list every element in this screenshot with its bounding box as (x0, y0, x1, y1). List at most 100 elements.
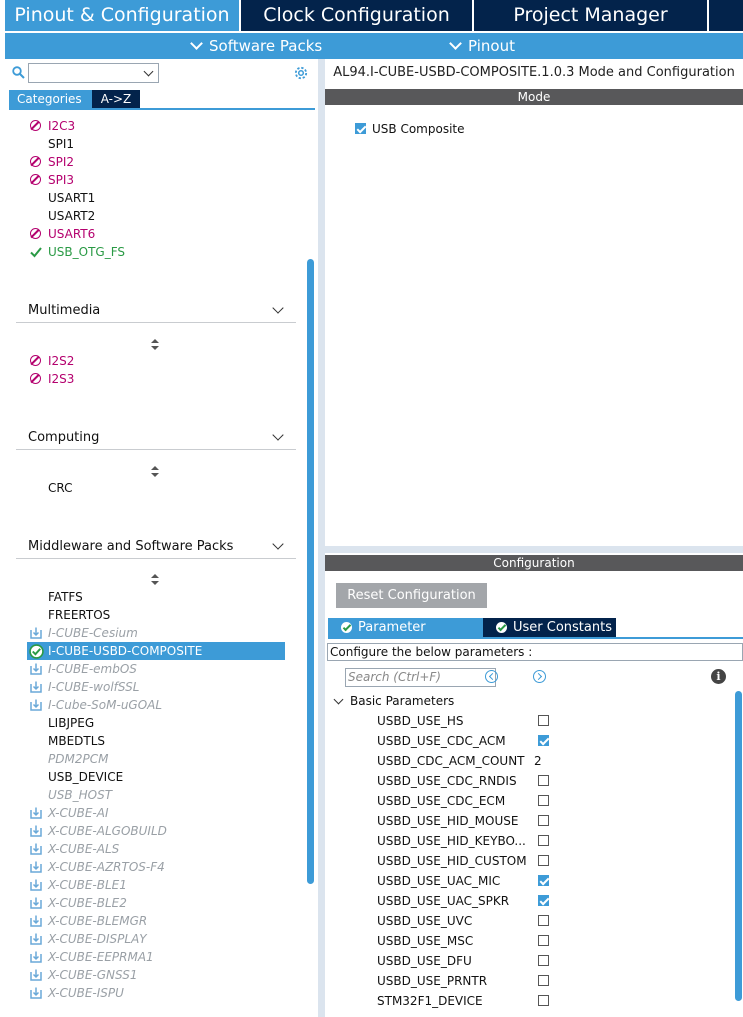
download-pack-icon[interactable] (30, 915, 42, 927)
ban-icon (30, 156, 41, 167)
previous-match-icon[interactable] (485, 670, 498, 683)
peripheral-item[interactable]: I2S3 (30, 371, 74, 387)
reset-configuration-button[interactable]: Reset Configuration (336, 583, 487, 608)
download-pack-icon[interactable] (30, 807, 42, 819)
tab-user-constants[interactable]: User Constants (483, 618, 616, 637)
download-pack-icon[interactable] (30, 969, 42, 981)
peripheral-item[interactable]: SPI2 (30, 154, 74, 170)
info-icon[interactable]: i (711, 669, 726, 684)
peripheral-item[interactable]: USART6 (30, 226, 95, 242)
tab-overflow[interactable] (709, 0, 743, 31)
tab-categories[interactable]: Categories (9, 90, 92, 108)
download-pack-icon[interactable] (30, 681, 42, 693)
parameter-checkbox[interactable] (538, 855, 549, 866)
peripheral-item[interactable]: CRC (48, 480, 73, 496)
middleware-item-label: X-CUBE-AZRTOS-F4 (48, 860, 165, 874)
peripheral-item[interactable]: USART1 (48, 190, 95, 206)
sort-icon[interactable] (151, 574, 159, 586)
parameter-checkbox[interactable] (538, 715, 549, 726)
middleware-item[interactable]: LIBJPEG (48, 715, 94, 731)
check-icon (30, 247, 42, 258)
middleware-item[interactable]: X-CUBE-ISPU (30, 985, 124, 1001)
middleware-item[interactable]: FATFS (48, 589, 83, 605)
parameter-checkbox[interactable] (538, 815, 549, 826)
search-combobox[interactable] (28, 63, 159, 83)
parameter-checkbox[interactable] (538, 955, 549, 966)
download-pack-icon[interactable] (30, 627, 42, 639)
middleware-item[interactable]: USB_DEVICE (48, 769, 123, 785)
download-pack-icon[interactable] (30, 897, 42, 909)
download-pack-icon[interactable] (30, 879, 42, 891)
peripheral-item[interactable]: USB_OTG_FS (30, 244, 126, 260)
middleware-item[interactable]: X-CUBE-BLE2 (30, 895, 127, 911)
basic-parameters-group[interactable]: Basic Parameters (350, 694, 454, 708)
parameter-checkbox[interactable] (538, 915, 549, 926)
peripheral-item[interactable]: I2S2 (30, 353, 74, 369)
download-pack-icon[interactable] (30, 825, 42, 837)
parameter-checkbox[interactable] (538, 775, 549, 786)
tab-pinout-configuration[interactable]: Pinout & Configuration (5, 0, 239, 31)
parameter-checkbox[interactable] (538, 735, 549, 746)
download-pack-icon[interactable] (30, 699, 42, 711)
download-pack-icon[interactable] (30, 663, 42, 675)
sort-icon[interactable] (151, 339, 159, 351)
middleware-item-label: I-Cube-SoM-uGOAL (48, 698, 163, 712)
parameter-checkbox[interactable] (538, 935, 549, 946)
tab-clock-configuration[interactable]: Clock Configuration (241, 0, 472, 31)
middleware-item[interactable]: X-CUBE-ALS (30, 841, 119, 857)
software-packs-menu[interactable]: Software Packs (190, 33, 322, 59)
section-computing[interactable]: Computing (16, 428, 296, 450)
download-pack-icon[interactable] (30, 843, 42, 855)
next-match-icon[interactable] (533, 670, 546, 683)
middleware-item[interactable]: I-CUBE-wolfSSL (30, 679, 139, 695)
peripheral-item[interactable]: I2C3 (30, 118, 75, 134)
middleware-item[interactable]: I-Cube-SoM-uGOAL (30, 697, 163, 713)
middleware-item[interactable]: X-CUBE-ALGOBUILD (30, 823, 167, 839)
parameter-checkbox[interactable] (538, 975, 549, 986)
pinout-menu[interactable]: Pinout (449, 33, 515, 59)
usb-composite-checkbox[interactable] (355, 123, 366, 134)
middleware-item[interactable]: X-CUBE-GNSS1 (30, 967, 137, 983)
panel-splitter[interactable] (318, 59, 325, 1017)
download-pack-icon[interactable] (30, 861, 42, 873)
parameter-checkbox[interactable] (538, 795, 549, 806)
peripheral-item-label: USB_OTG_FS (48, 245, 126, 259)
search-icon[interactable] (12, 66, 25, 79)
peripheral-item[interactable]: SPI1 (48, 136, 74, 152)
middleware-item[interactable]: X-CUBE-BLEMGR (30, 913, 147, 929)
middleware-item[interactable]: USB_HOST (48, 787, 112, 803)
middleware-item[interactable]: X-CUBE-EEPRMA1 (30, 949, 154, 965)
left-scrollbar[interactable] (307, 259, 314, 884)
section-middleware[interactable]: Middleware and Software Packs (16, 537, 296, 559)
middleware-item[interactable]: X-CUBE-AI (30, 805, 109, 821)
peripheral-item[interactable]: SPI3 (30, 172, 74, 188)
parameter-checkbox[interactable] (538, 835, 549, 846)
parameter-checkbox[interactable] (538, 995, 549, 1006)
middleware-item[interactable]: X-CUBE-DISPLAY (30, 931, 147, 947)
tab-parameter-settings[interactable]: Parameter Settings (328, 618, 483, 654)
middleware-item[interactable]: X-CUBE-BLE1 (30, 877, 127, 893)
parameter-checkbox[interactable] (538, 875, 549, 886)
parameter-search-input[interactable]: Search (Ctrl+F) (345, 668, 496, 687)
tab-project-manager[interactable]: Project Manager (474, 0, 707, 31)
middleware-item[interactable]: X-CUBE-AZRTOS-F4 (30, 859, 165, 875)
middleware-item[interactable]: I-CUBE-Cesium (30, 625, 138, 641)
middleware-item[interactable]: FREERTOS (48, 607, 110, 623)
middleware-item[interactable]: MBEDTLS (48, 733, 105, 749)
download-pack-icon[interactable] (30, 951, 42, 963)
parameter-value[interactable]: 2 (534, 754, 542, 768)
panel-splitter-horizontal[interactable] (325, 546, 743, 553)
middleware-item[interactable]: PDM2PCM (48, 751, 108, 767)
gear-icon[interactable] (293, 65, 309, 81)
parameter-checkbox[interactable] (538, 895, 549, 906)
right-scrollbar[interactable] (735, 691, 742, 1001)
download-pack-icon[interactable] (30, 933, 42, 945)
section-multimedia[interactable]: Multimedia (16, 301, 296, 323)
middleware-item[interactable]: I-CUBE-USBD-COMPOSITE (29, 643, 202, 659)
tab-a-z[interactable]: A->Z (92, 90, 140, 108)
chevron-down-icon[interactable] (333, 694, 344, 705)
peripheral-item[interactable]: USART2 (48, 208, 95, 224)
sort-icon[interactable] (151, 466, 159, 478)
download-pack-icon[interactable] (30, 987, 42, 999)
middleware-item[interactable]: I-CUBE-embOS (30, 661, 137, 677)
